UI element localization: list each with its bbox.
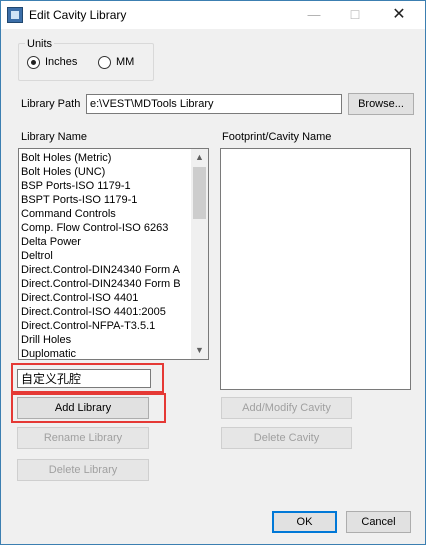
library-name-header: Library Name xyxy=(21,131,88,143)
delete-cavity-button[interactable]: Delete Cavity xyxy=(221,427,352,449)
list-item[interactable]: Deltrol xyxy=(19,249,208,263)
list-item[interactable]: Command Controls xyxy=(19,207,208,221)
radio-mm-label: MM xyxy=(116,56,135,68)
list-item[interactable]: Direct.Control-NFPA-T3.5.1 xyxy=(19,319,208,333)
maximize-button[interactable]: ☐ xyxy=(340,5,370,25)
close-icon[interactable]: ✕ xyxy=(384,5,414,25)
app-icon xyxy=(7,7,23,23)
scroll-thumb[interactable] xyxy=(193,167,206,219)
ok-button[interactable]: OK xyxy=(272,511,337,533)
footprint-cavity-header: Footprint/Cavity Name xyxy=(222,131,332,143)
add-modify-cavity-button[interactable]: Add/Modify Cavity xyxy=(221,397,352,419)
cancel-button[interactable]: Cancel xyxy=(346,511,411,533)
radio-inches-indicator[interactable] xyxy=(27,56,40,69)
window-title: Edit Cavity Library xyxy=(29,8,127,22)
units-legend: Units xyxy=(25,38,55,50)
highlight-box-input xyxy=(11,363,164,393)
minimize-button[interactable]: — xyxy=(299,5,329,25)
library-name-listbox[interactable]: Bolt Holes (Metric) Bolt Holes (UNC) BSP P… xyxy=(18,148,209,360)
list-item[interactable]: Drill Holes xyxy=(19,333,208,347)
library-path-input[interactable] xyxy=(86,94,342,114)
list-item[interactable]: Bolt Holes (UNC) xyxy=(19,165,208,179)
list-item[interactable]: Direct.Control-DIN24340 Form A xyxy=(19,263,208,277)
chevron-up-icon[interactable]: ▲ xyxy=(191,149,208,166)
list-item[interactable]: Direct.Control-ISO 4401:2005 xyxy=(19,305,208,319)
highlight-box-add-library xyxy=(11,393,166,423)
library-path-label: Library Path xyxy=(21,98,81,110)
browse-button[interactable]: Browse... xyxy=(348,93,414,115)
list-item[interactable]: Direct.Control-ISO 4401 xyxy=(19,291,208,305)
list-item[interactable]: Delta Power xyxy=(19,235,208,249)
title-bar: Edit Cavity Library — ☐ ✕ xyxy=(1,1,425,29)
library-list-scrollbar[interactable]: ▲ ▼ xyxy=(191,149,208,359)
list-item[interactable]: BSPT Ports-ISO 1179-1 xyxy=(19,193,208,207)
list-item[interactable]: BSP Ports-ISO 1179-1 xyxy=(19,179,208,193)
edit-cavity-library-dialog: Edit Cavity Library — ☐ ✕ Units Inches M… xyxy=(0,0,426,545)
delete-library-button[interactable]: Delete Library xyxy=(17,459,149,481)
list-item[interactable]: Bolt Holes (Metric) xyxy=(19,151,208,165)
radio-mm-indicator[interactable] xyxy=(98,56,111,69)
footprint-cavity-listbox[interactable] xyxy=(220,148,411,390)
radio-inches-label: Inches xyxy=(45,56,78,68)
rename-library-button[interactable]: Rename Library xyxy=(17,427,149,449)
list-item[interactable]: Duplomatic xyxy=(19,347,208,359)
list-item[interactable]: Direct.Control-DIN24340 Form B xyxy=(19,277,208,291)
list-item[interactable]: Comp. Flow Control-ISO 6263 xyxy=(19,221,208,235)
library-items: Bolt Holes (Metric) Bolt Holes (UNC) BSP P… xyxy=(19,149,208,359)
chevron-down-icon[interactable]: ▼ xyxy=(191,342,208,359)
